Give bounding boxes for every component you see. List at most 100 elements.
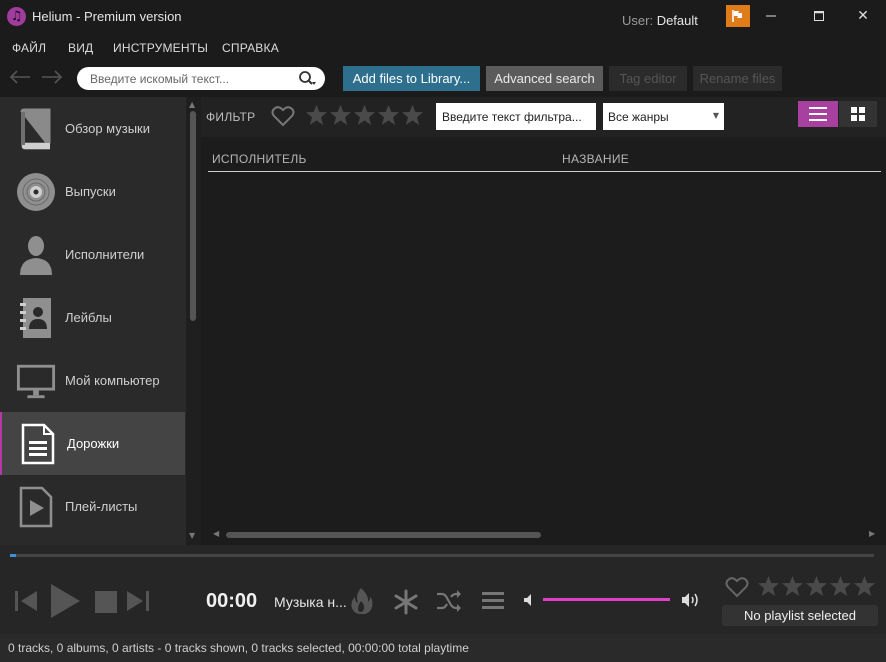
stop-icon: [95, 591, 117, 613]
sidebar-item-artists[interactable]: Исполнители: [0, 223, 185, 286]
playlist-status[interactable]: No playlist selected: [722, 605, 878, 626]
star-icon[interactable]: [305, 104, 328, 126]
disc-icon: [16, 170, 56, 214]
now-playing-title: Музыка н...: [274, 594, 347, 610]
flame-icon[interactable]: [348, 587, 374, 615]
sidebar-item-tracks[interactable]: Дорожки: [0, 412, 185, 475]
monitor-icon: [16, 359, 56, 403]
user-label: User:: [622, 13, 654, 28]
star-icon[interactable]: [377, 104, 400, 126]
scroll-left-arrow-icon[interactable]: ◀: [213, 529, 219, 538]
scroll-up-arrow-icon[interactable]: ▲: [189, 100, 195, 109]
filter-bar: ФИЛЬТР Все жанры ▼: [201, 97, 886, 137]
seek-bar-fill: [10, 554, 16, 557]
search-input[interactable]: [90, 70, 290, 87]
search-box: [77, 67, 325, 90]
status-bar: 0 tracks, 0 albums, 0 artists - 0 tracks…: [0, 634, 886, 662]
play-button[interactable]: [48, 583, 82, 619]
search-icon[interactable]: [297, 70, 317, 88]
minimize-button[interactable]: [756, 4, 786, 28]
scroll-down-arrow-icon[interactable]: ▼: [189, 531, 195, 540]
maximize-button[interactable]: [804, 4, 834, 28]
user-name: Default: [656, 13, 698, 28]
heart-icon[interactable]: [725, 576, 749, 598]
status-text: 0 tracks, 0 albums, 0 artists - 0 tracks…: [8, 641, 469, 655]
volume-high-icon[interactable]: [681, 591, 701, 609]
flag-icon[interactable]: [726, 5, 750, 27]
sidebar-item-label: Исполнители: [65, 247, 145, 262]
filter-label: ФИЛЬТР: [206, 110, 256, 124]
sidebar-scroll-thumb[interactable]: [190, 111, 196, 321]
window-title: Helium - Premium version: [32, 9, 182, 24]
list-icon: [809, 107, 827, 121]
star-icon[interactable]: [757, 575, 780, 597]
star-icon[interactable]: [329, 104, 352, 126]
shuffle-icon[interactable]: [436, 589, 462, 613]
menu-tools[interactable]: ИНСТРУМЕНТЫ: [113, 41, 208, 55]
arrow-right-icon[interactable]: [38, 66, 66, 88]
grid-icon: [851, 107, 865, 121]
sidebar-item-label: Мой компьютер: [65, 373, 160, 388]
title-bar: ♫ Helium - Premium version User: Default…: [0, 0, 886, 34]
skip-back-icon: [15, 591, 37, 611]
list-view-button[interactable]: [798, 101, 838, 127]
previous-track-button[interactable]: [13, 589, 39, 613]
grid-view-button[interactable]: [839, 101, 877, 127]
sidebar-item-music-overview[interactable]: Обзор музыки: [0, 97, 185, 160]
rename-files-button[interactable]: Rename files: [693, 66, 782, 91]
add-files-button[interactable]: Add files to Library...: [343, 66, 480, 91]
sidebar-item-releases[interactable]: Выпуски: [0, 160, 185, 223]
book-icon: [16, 107, 56, 151]
skip-forward-icon: [127, 591, 149, 611]
horizontal-scroll-thumb[interactable]: [226, 532, 541, 538]
sidebar-item-playlists[interactable]: Плей-листы: [0, 475, 185, 538]
table-header: ИСПОЛНИТЕЛЬ НАЗВАНИЕ: [208, 147, 881, 172]
sidebar-item-label: Плей-листы: [65, 499, 138, 514]
address-book-icon: [16, 296, 56, 340]
table-horizontal-scrollbar[interactable]: ◀ ▶: [201, 528, 886, 542]
scroll-right-arrow-icon[interactable]: ▶: [869, 529, 875, 538]
genre-select[interactable]: Все жанры ▼: [603, 103, 724, 130]
next-track-button[interactable]: [125, 589, 151, 613]
filter-text-input[interactable]: [436, 103, 596, 130]
play-icon: [51, 584, 80, 618]
close-button[interactable]: ✕: [848, 4, 878, 28]
sidebar-scrollbar[interactable]: ▲ ▼: [186, 97, 201, 545]
sidebar: Обзор музыки Выпуски Исполнители Лейблы …: [0, 97, 186, 545]
tag-editor-button[interactable]: Tag editor: [609, 66, 687, 91]
column-header-title[interactable]: НАЗВАНИЕ: [562, 152, 629, 166]
asterisk-icon[interactable]: [393, 589, 419, 615]
volume-slider[interactable]: [543, 598, 670, 601]
star-icon[interactable]: [401, 104, 424, 126]
sidebar-item-labels[interactable]: Лейблы: [0, 286, 185, 349]
playback-time: 00:00: [206, 590, 258, 612]
seek-bar[interactable]: [10, 554, 874, 557]
star-icon[interactable]: [781, 575, 804, 597]
toolbar: Add files to Library... Advanced search …: [0, 60, 886, 97]
person-icon: [16, 233, 56, 277]
volume-low-icon[interactable]: [522, 593, 536, 607]
star-icon[interactable]: [353, 104, 376, 126]
heart-icon[interactable]: [271, 105, 295, 127]
arrow-left-icon[interactable]: [6, 66, 34, 88]
sidebar-item-my-computer[interactable]: Мой компьютер: [0, 349, 185, 412]
sidebar-item-label: Дорожки: [67, 436, 120, 451]
star-icon[interactable]: [853, 575, 876, 597]
menu-bar: ФАЙЛ ВИД ИНСТРУМЕНТЫ СПРАВКА: [0, 34, 886, 60]
volume-slider-fill: [543, 598, 670, 601]
column-header-artist[interactable]: ИСПОЛНИТЕЛЬ: [212, 152, 307, 166]
genre-select-value: Все жанры: [608, 110, 669, 124]
player-bar: 00:00 Музыка н... No playlist selected: [0, 545, 886, 634]
advanced-search-button[interactable]: Advanced search: [486, 66, 603, 91]
queue-icon[interactable]: [481, 590, 505, 612]
star-icon[interactable]: [805, 575, 828, 597]
menu-help[interactable]: СПРАВКА: [222, 41, 279, 55]
menu-file[interactable]: ФАЙЛ: [12, 41, 46, 55]
star-icon[interactable]: [829, 575, 852, 597]
stop-button[interactable]: [94, 590, 118, 614]
app-music-note-icon: ♫: [7, 7, 26, 26]
menu-view[interactable]: ВИД: [68, 41, 93, 55]
sidebar-item-label: Выпуски: [65, 184, 116, 199]
tracks-panel: ФИЛЬТР Все жанры ▼ ИСПОЛНИТЕЛЬ НАЗВАНИЕ …: [201, 97, 886, 545]
chevron-down-icon: ▼: [712, 111, 719, 120]
